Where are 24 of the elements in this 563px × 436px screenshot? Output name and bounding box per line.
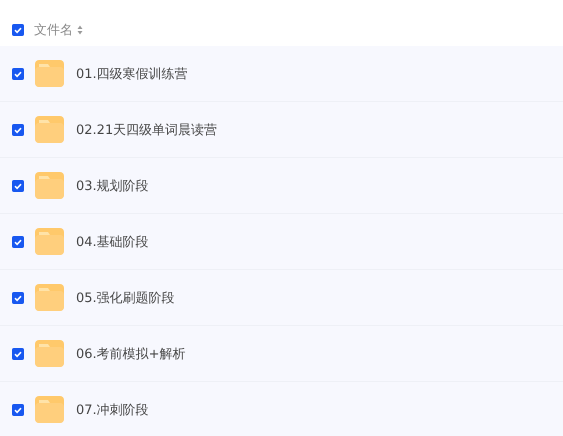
checkbox[interactable] bbox=[12, 236, 24, 248]
folder-icon bbox=[35, 284, 64, 311]
checkbox[interactable] bbox=[12, 404, 24, 416]
checkbox[interactable] bbox=[12, 124, 24, 136]
checkbox[interactable] bbox=[12, 292, 24, 304]
folder-name[interactable]: 05.强化刷题阶段 bbox=[76, 288, 175, 306]
folder-icon bbox=[35, 340, 64, 367]
folder-icon bbox=[35, 228, 64, 255]
sort-icon[interactable] bbox=[77, 25, 83, 35]
folder-name[interactable]: 03.规划阶段 bbox=[76, 176, 149, 194]
folder-icon bbox=[35, 396, 64, 423]
checkbox[interactable] bbox=[12, 180, 24, 192]
folder-icon bbox=[35, 172, 64, 199]
checkbox[interactable] bbox=[12, 68, 24, 80]
folder-icon bbox=[35, 60, 64, 87]
folder-name[interactable]: 02.21天四级单词晨读营 bbox=[76, 120, 218, 138]
folder-name[interactable]: 07.冲刺阶段 bbox=[76, 400, 149, 418]
folder-name[interactable]: 04.基础阶段 bbox=[76, 232, 149, 250]
folder-name[interactable]: 06.考前模拟+解析 bbox=[76, 344, 186, 362]
checkbox[interactable] bbox=[12, 348, 24, 360]
folder-icon bbox=[35, 116, 64, 143]
folder-name[interactable]: 01.四级寒假训练营 bbox=[76, 64, 188, 82]
checkbox[interactable] bbox=[12, 24, 24, 36]
column-header[interactable]: 文件名 bbox=[34, 21, 73, 39]
